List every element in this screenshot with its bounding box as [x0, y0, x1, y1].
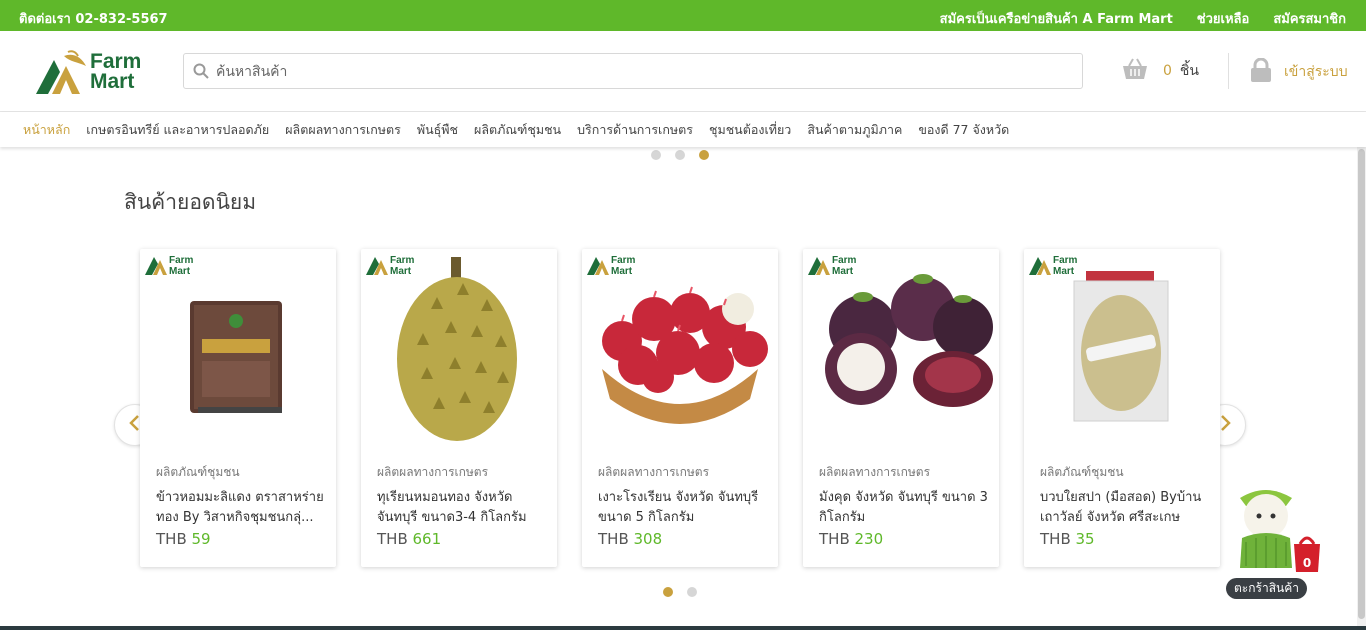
- product-name[interactable]: ทุเรียนหมอนทอง จังหวัดจันทบุรี ขนาด3-4 ก…: [377, 488, 547, 528]
- badge-text-2: Mart: [832, 266, 854, 277]
- product-price: THB 308: [598, 530, 662, 548]
- carousel-pagination: [663, 587, 697, 597]
- search-icon: [193, 63, 209, 83]
- badge-text-2: Mart: [169, 266, 191, 277]
- badge-text-1: Farm: [169, 255, 194, 266]
- farm-mart-badge: Farm Mart: [1028, 251, 1088, 281]
- badge-text-1: Farm: [611, 255, 636, 266]
- logo-mark-icon: [36, 50, 86, 94]
- product-name[interactable]: ข้าวหอมมะลิแดง ตราสาหร่ายทอง By วิสาหกิจ…: [156, 488, 326, 528]
- badge-text-1: Farm: [390, 255, 415, 266]
- product-price: THB 59: [156, 530, 211, 548]
- price-currency: THB: [819, 530, 850, 548]
- cart-count: 0: [1163, 63, 1172, 79]
- logo-line-1: Farm: [90, 50, 142, 73]
- mascot-icon: 0: [1240, 490, 1320, 572]
- nav-community-travel[interactable]: ชุมชนต้องเที่ยว: [709, 120, 791, 140]
- product-card[interactable]: Farm Mart ผลิตผลทางการเกษตร เงาะโรงเรียน …: [582, 249, 778, 567]
- product-price: THB 35: [1040, 530, 1095, 548]
- price-value: 308: [633, 530, 663, 548]
- nav-agri-produce[interactable]: ผลิตผลทางการเกษตร: [285, 120, 401, 140]
- price-currency: THB: [1040, 530, 1071, 548]
- top-bar: ติดต่อเรา 02-832-5567 สมัครเป็นเครือข่าย…: [0, 0, 1366, 31]
- help-link[interactable]: ช่วยเหลือ: [1197, 8, 1250, 29]
- badge-text-2: Mart: [1053, 266, 1075, 277]
- product-card[interactable]: Farm Mart ผลิตภัณฑ์ชุมชน บวบใยสปา (มือสอด…: [1024, 249, 1220, 567]
- footer-strip: [0, 626, 1366, 630]
- banner-dot[interactable]: [675, 150, 685, 160]
- banner-dot[interactable]: [651, 150, 661, 160]
- join-network-link[interactable]: สมัครเป็นเครือข่ายสินค้า A Farm Mart: [940, 8, 1173, 29]
- badge-text-1: Farm: [832, 255, 857, 266]
- price-currency: THB: [598, 530, 629, 548]
- scrollbar-thumb[interactable]: [1358, 149, 1365, 619]
- contact-phone: ติดต่อเรา 02-832-5567: [19, 12, 168, 27]
- banner-pagination: [651, 150, 709, 160]
- product-card[interactable]: Farm Mart ผลิตผลทางการเกษตร มังคุด จังหวั…: [803, 249, 999, 567]
- search-box[interactable]: [183, 53, 1083, 89]
- nav-home[interactable]: หน้าหลัก: [23, 120, 70, 140]
- header-cart[interactable]: 0 ชิ้น: [1121, 58, 1199, 84]
- badge-text-2: Mart: [390, 266, 412, 277]
- product-name[interactable]: เงาะโรงเรียน จังหวัด จันทบุรี ขนาด 5 กิโ…: [598, 488, 768, 528]
- product-category: ผลิตผลทางการเกษตร: [598, 465, 710, 479]
- badge-text-2: Mart: [611, 266, 633, 277]
- carousel-dot-active[interactable]: [663, 587, 673, 597]
- farm-mart-badge: Farm Mart: [144, 251, 204, 281]
- mascot-cart-count: 0: [1303, 556, 1311, 570]
- farm-mart-badge: Farm Mart: [365, 251, 425, 281]
- product-category: ผลิตผลทางการเกษตร: [377, 465, 489, 479]
- search-input[interactable]: [216, 60, 1066, 84]
- product-name[interactable]: มังคุด จังหวัด จันทบุรี ขนาด 3 กิโลกรัม: [819, 488, 989, 528]
- farm-mart-badge: Farm Mart: [586, 251, 646, 281]
- login-label: เข้าสู่ระบบ: [1284, 64, 1348, 80]
- price-currency: THB: [377, 530, 408, 548]
- product-category: ผลิตผลทางการเกษตร: [819, 465, 931, 479]
- product-category: ผลิตภัณฑ์ชุมชน: [156, 465, 240, 479]
- nav-agri-services[interactable]: บริการด้านการเกษตร: [577, 120, 693, 140]
- lock-icon: [1250, 57, 1272, 86]
- login-button[interactable]: เข้าสู่ระบบ: [1250, 57, 1348, 86]
- header-divider: [1228, 53, 1229, 89]
- top-links: สมัครเป็นเครือข่ายสินค้า A Farm Mart ช่ว…: [940, 8, 1346, 29]
- basket-icon: [1121, 58, 1149, 84]
- nav-community-products[interactable]: ผลิตภัณฑ์ชุมชน: [474, 120, 561, 140]
- page-scrollbar[interactable]: [1357, 147, 1366, 627]
- chevron-right-icon: [1218, 414, 1232, 436]
- cart-unit: ชิ้น: [1179, 63, 1199, 79]
- price-value: 35: [1075, 530, 1095, 548]
- main-nav: หน้าหลัก เกษตรอินทรีย์ และอาหารปลอดภัย ผ…: [0, 112, 1366, 147]
- carousel-dot[interactable]: [687, 587, 697, 597]
- section-title: สินค้ายอดนิยม: [124, 190, 257, 214]
- register-link[interactable]: สมัครสมาชิก: [1273, 8, 1346, 29]
- price-currency: THB: [156, 530, 187, 548]
- banner-dot-active[interactable]: [699, 150, 709, 160]
- price-value: 661: [412, 530, 442, 548]
- farm-mart-badge: Farm Mart: [807, 251, 867, 281]
- price-value: 59: [191, 530, 211, 548]
- cart-label[interactable]: ตะกร้าสินค้า: [1226, 578, 1307, 599]
- nav-77-provinces[interactable]: ของดี 77 จังหวัด: [918, 120, 1009, 140]
- header: Farm Mart 0 ชิ้น เข้าสู่ระบบ: [0, 31, 1366, 112]
- product-name[interactable]: บวบใยสปา (มือสอด) Byบ้านเถาวัลย์ จังหวัด…: [1040, 488, 1210, 528]
- price-value: 230: [854, 530, 884, 548]
- product-card[interactable]: Farm Mart ผลิตภัณฑ์ชุมชน ข้าวหอมมะลิแดง ต…: [140, 249, 336, 567]
- nav-regional-products[interactable]: สินค้าตามภูมิภาค: [807, 120, 902, 140]
- logo-line-2: Mart: [90, 70, 135, 93]
- nav-organic[interactable]: เกษตรอินทรีย์ และอาหารปลอดภัย: [86, 120, 269, 140]
- product-category: ผลิตภัณฑ์ชุมชน: [1040, 465, 1124, 479]
- badge-text-1: Farm: [1053, 255, 1078, 266]
- product-price: THB 661: [377, 530, 441, 548]
- product-price: THB 230: [819, 530, 883, 548]
- product-card[interactable]: Farm Mart ผลิตผลทางการเกษตร ทุเรียนหมอนทอ…: [361, 249, 557, 567]
- logo-text: Farm Mart: [90, 50, 142, 93]
- site-logo[interactable]: Farm Mart: [34, 50, 154, 96]
- nav-plant-varieties[interactable]: พันธุ์พืช: [417, 120, 458, 140]
